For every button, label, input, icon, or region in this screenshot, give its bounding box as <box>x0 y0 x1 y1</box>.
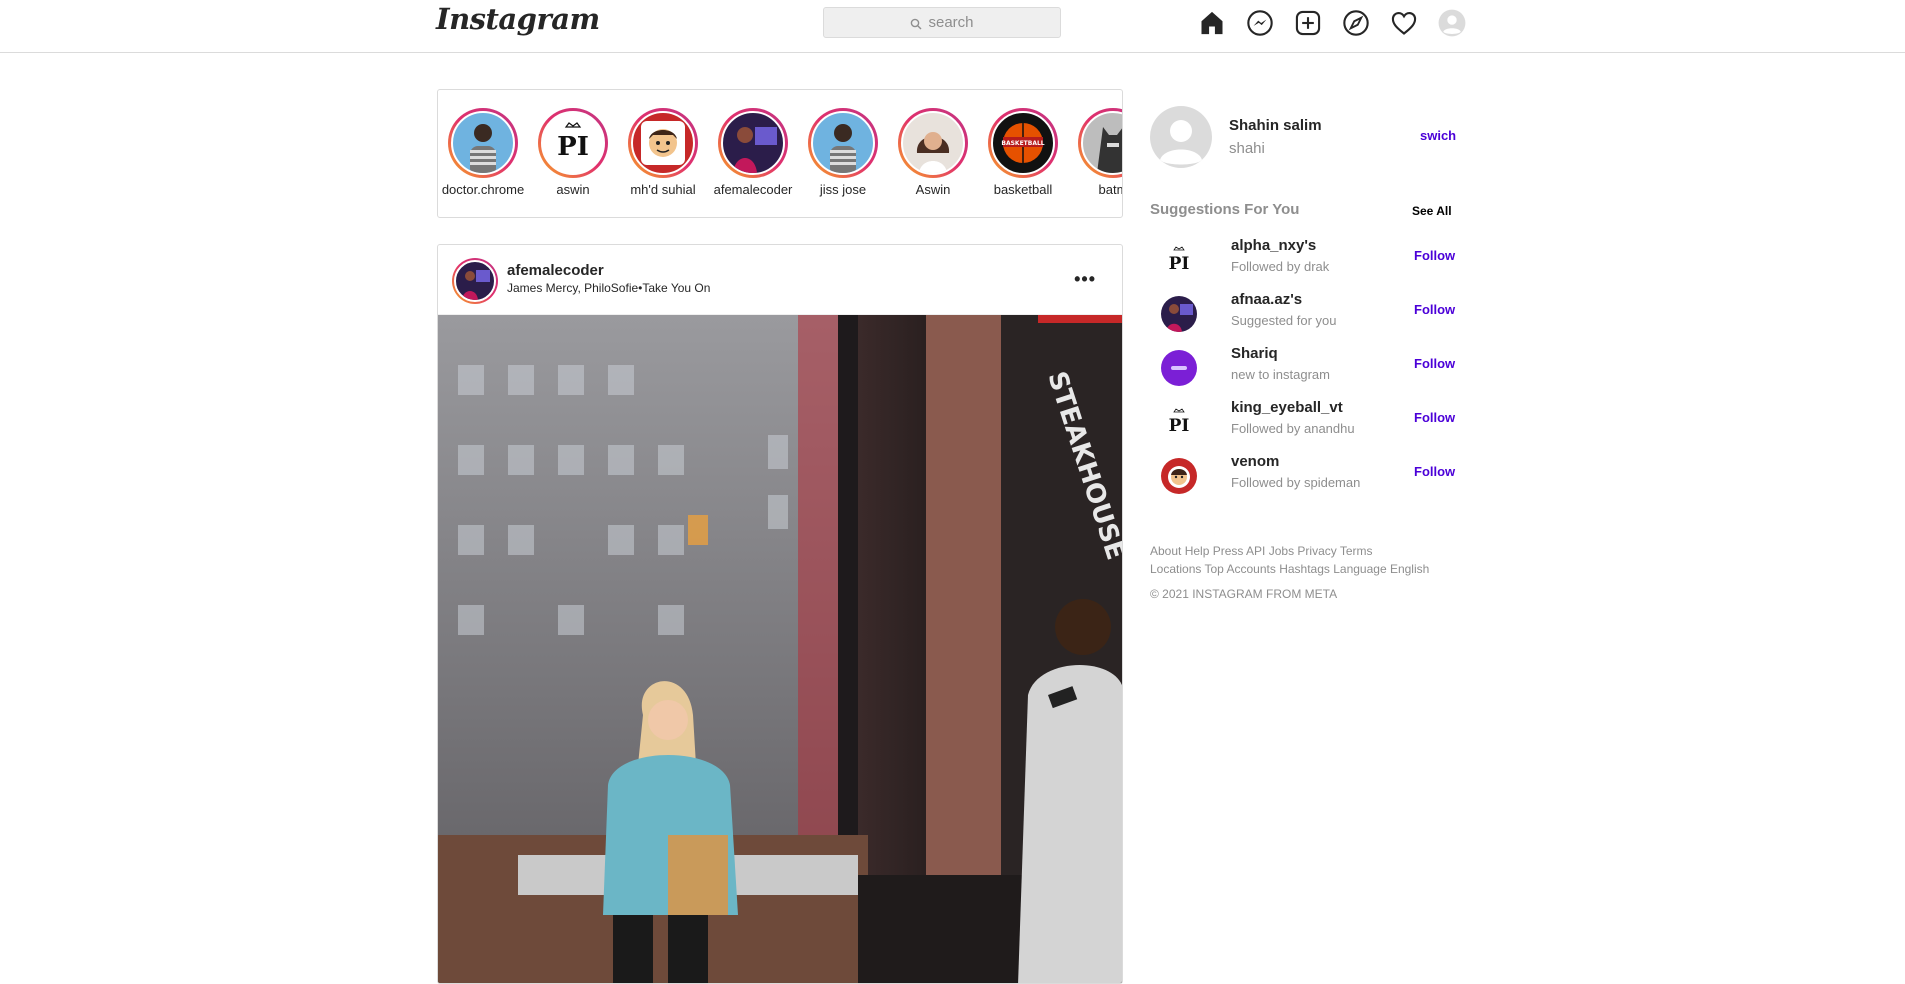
story-avatar: PI <box>541 111 605 175</box>
story-avatar <box>901 111 965 175</box>
suggestion-avatar[interactable] <box>1161 350 1197 386</box>
footer-links: About Help Press API Jobs Privacy Terms … <box>1150 542 1460 578</box>
instagram-logo[interactable]: Instagram <box>436 2 600 36</box>
top-navbar: Instagram search <box>0 0 1905 53</box>
follow-button[interactable]: Follow <box>1414 356 1455 371</box>
story-avatar <box>1081 111 1122 175</box>
search-placeholder: search <box>928 14 974 31</box>
suggestion-item: PI king_eyeball_vt Followed by anandhu F… <box>1150 398 1460 442</box>
post-media[interactable]: STEAKHOUSE <box>438 315 1122 983</box>
suggestion-avatar[interactable]: PI <box>1161 242 1197 278</box>
switch-account-button[interactable]: swich <box>1420 128 1456 143</box>
home-icon[interactable] <box>1197 8 1227 38</box>
footer-links-row-1[interactable]: About Help Press API Jobs Privacy Terms <box>1150 542 1460 560</box>
messenger-icon[interactable] <box>1245 8 1275 38</box>
suggestion-username[interactable]: afnaa.az's <box>1231 291 1302 308</box>
story-avatar: BASKETBALL <box>991 111 1055 175</box>
story-item[interactable]: BASKETBALL basketball <box>978 108 1068 197</box>
footer-links-row-2[interactable]: Locations Top Accounts Hashtags Language… <box>1150 560 1460 578</box>
story-avatar <box>811 111 875 175</box>
suggestion-username[interactable]: alpha_nxy's <box>1231 237 1316 254</box>
new-post-icon[interactable] <box>1293 8 1323 38</box>
profile-avatar[interactable] <box>1150 106 1212 168</box>
suggestion-reason: new to instagram <box>1231 367 1330 382</box>
story-username: doctor.chrome <box>441 182 525 197</box>
story-username: basketball <box>993 182 1053 197</box>
story-username: Aswin <box>915 182 951 197</box>
story-avatar <box>451 111 515 175</box>
story-avatar <box>721 111 785 175</box>
feed-post: afemalecoder James Mercy, PhiloSofie•Tak… <box>437 244 1123 984</box>
follow-button[interactable]: Follow <box>1414 248 1455 263</box>
suggestion-reason: Followed by drak <box>1231 259 1330 274</box>
suggestion-avatar[interactable]: PI <box>1161 404 1197 440</box>
story-item[interactable]: jiss jose <box>798 108 888 197</box>
activity-heart-icon[interactable] <box>1389 8 1419 38</box>
more-options-icon[interactable]: ••• <box>1074 269 1096 290</box>
copyright: © 2021 INSTAGRAM FROM META <box>1150 587 1338 601</box>
suggestions-title: Suggestions For You <box>1150 201 1300 218</box>
post-audio-credit[interactable]: James Mercy, PhiloSofie•Take You On <box>507 281 710 295</box>
post-header: afemalecoder James Mercy, PhiloSofie•Tak… <box>438 245 1122 315</box>
story-username: aswin <box>556 182 590 197</box>
story-avatar <box>631 111 695 175</box>
post-avatar[interactable] <box>452 258 498 304</box>
suggestion-username[interactable]: king_eyeball_vt <box>1231 399 1343 416</box>
suggestion-reason: Followed by anandhu <box>1231 421 1355 436</box>
story-username: jiss jose <box>819 182 867 197</box>
svg-text:PI: PI <box>1169 416 1190 436</box>
story-item[interactable]: afemalecoder <box>708 108 798 197</box>
svg-text:PI: PI <box>557 132 589 162</box>
suggestion-reason: Suggested for you <box>1231 313 1337 328</box>
search-icon <box>911 18 922 30</box>
see-all-button[interactable]: See All <box>1412 204 1452 218</box>
profile-handle: shahi <box>1229 140 1265 157</box>
suggestion-avatar[interactable] <box>1161 296 1197 332</box>
suggestion-item: venom Followed by spideman Follow <box>1150 452 1460 496</box>
story-username: afemalecoder <box>713 182 793 197</box>
suggestion-avatar[interactable] <box>1161 458 1197 494</box>
suggestion-item: afnaa.az's Suggested for you Follow <box>1150 290 1460 334</box>
story-username: batm <box>1098 182 1122 197</box>
story-item[interactable]: mh'd suhial <box>618 108 708 197</box>
story-item[interactable]: batm <box>1068 108 1122 197</box>
stories-tray: doctor.chrome PI aswin mh'd suhial afema… <box>437 89 1123 218</box>
suggestion-item: Shariq new to instagram Follow <box>1150 344 1460 388</box>
nav-icons <box>1197 8 1467 38</box>
explore-icon[interactable] <box>1341 8 1371 38</box>
suggestion-item: PI alpha_nxy's Followed by drak Follow <box>1150 236 1460 280</box>
profile-name[interactable]: Shahin salim <box>1229 117 1322 134</box>
profile-avatar-icon[interactable] <box>1437 8 1467 38</box>
suggestion-reason: Followed by spideman <box>1231 475 1361 490</box>
svg-text:PI: PI <box>1169 254 1190 274</box>
suggestion-username[interactable]: Shariq <box>1231 345 1278 362</box>
story-item[interactable]: doctor.chrome <box>438 108 528 197</box>
search-input[interactable]: search <box>823 7 1061 38</box>
story-username: mh'd suhial <box>630 182 696 197</box>
svg-text:BASKETBALL: BASKETBALL <box>1001 140 1044 147</box>
story-item[interactable]: PI aswin <box>528 108 618 197</box>
follow-button[interactable]: Follow <box>1414 410 1455 425</box>
follow-button[interactable]: Follow <box>1414 302 1455 317</box>
follow-button[interactable]: Follow <box>1414 464 1455 479</box>
suggestion-username[interactable]: venom <box>1231 453 1279 470</box>
post-username[interactable]: afemalecoder <box>507 262 604 279</box>
story-item[interactable]: Aswin <box>888 108 978 197</box>
